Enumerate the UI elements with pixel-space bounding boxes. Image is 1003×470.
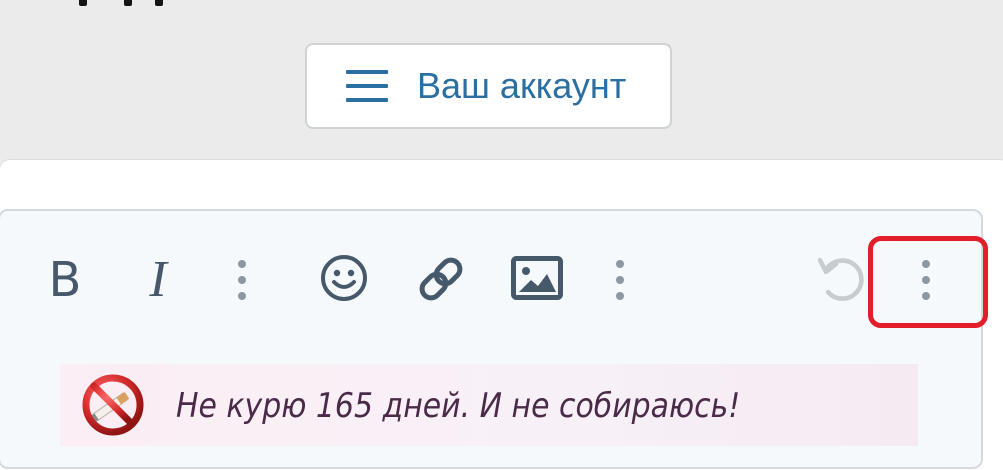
more-options-icon [616, 260, 624, 300]
signature-text: Не курю 165 дней. И не собираюсь! [176, 386, 741, 426]
italic-button[interactable]: I [138, 253, 178, 307]
menu-icon [346, 70, 388, 102]
cutoff-glyph [155, 0, 163, 6]
top-cutoff-fragment [0, 0, 1003, 8]
no-smoking-icon [82, 374, 144, 436]
cutoff-glyph [124, 0, 132, 6]
highlight-box [868, 236, 988, 328]
emoji-icon [321, 255, 367, 301]
account-button-label: Ваш аккаунт [417, 65, 627, 106]
image-icon [511, 256, 563, 300]
insert-image-button[interactable] [511, 255, 563, 301]
undo-icon [817, 257, 864, 301]
link-icon [419, 257, 463, 301]
cutoff-glyph [79, 0, 87, 6]
more-insert-options-button[interactable] [607, 258, 633, 302]
insert-link-button[interactable] [414, 252, 468, 306]
signature-banner: Не курю 165 дней. И не собираюсь! [60, 364, 918, 446]
account-button[interactable]: Ваш аккаунт [305, 43, 672, 129]
more-options-icon [238, 260, 246, 300]
more-text-options-button[interactable] [229, 258, 255, 302]
undo-button[interactable] [813, 252, 869, 304]
bold-button[interactable]: B [42, 253, 88, 307]
emoji-button[interactable] [318, 252, 370, 304]
